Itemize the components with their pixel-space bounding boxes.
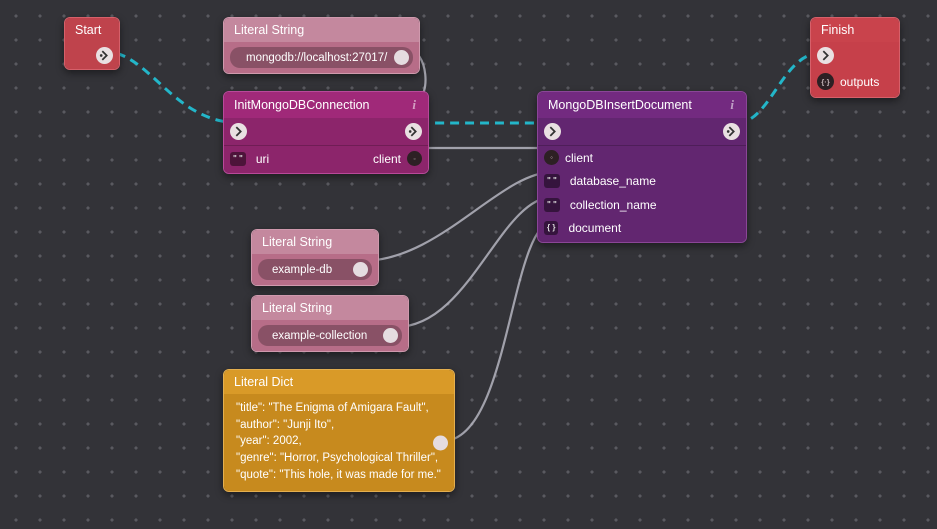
node-title: InitMongoDBConnection i	[224, 92, 428, 118]
type-tag-string: " "	[230, 152, 246, 166]
exec-out-port[interactable]	[405, 123, 422, 140]
type-tag-string: " "	[544, 174, 560, 188]
data-out-port[interactable]	[353, 262, 368, 277]
data-in-port[interactable]: {·}	[817, 73, 834, 90]
exec-in-port[interactable]	[817, 47, 834, 64]
node-literal-dict[interactable]: Literal Dict "title": "The Enigma of Ami…	[223, 369, 455, 492]
exec-out-port[interactable]	[96, 47, 113, 64]
node-graph-canvas[interactable]: Start Finish {·} outputs	[0, 0, 937, 529]
data-out-port[interactable]	[394, 50, 409, 65]
node-title: Finish	[811, 18, 899, 42]
exec-in-port[interactable]	[230, 123, 247, 140]
svg-text:◦: ◦	[413, 156, 415, 163]
data-out-port[interactable]	[433, 435, 448, 450]
node-title: Literal String	[252, 296, 408, 320]
port-label: collection_name	[570, 198, 657, 212]
node-start[interactable]: Start	[64, 17, 120, 70]
exec-out-port[interactable]	[723, 123, 740, 140]
node-title: Literal Dict	[224, 370, 454, 394]
port-label: document	[568, 221, 621, 235]
literal-dict-body: "title": "The Enigma of Amigara Fault", …	[224, 394, 454, 491]
literal-value: example-collection	[272, 330, 367, 342]
port-label: client	[565, 151, 593, 165]
type-tag-dict: { }	[544, 221, 558, 235]
node-finish[interactable]: Finish {·} outputs	[810, 17, 900, 98]
port-label: client	[373, 152, 401, 166]
exec-in-port[interactable]	[544, 123, 561, 140]
node-title: Literal String	[252, 230, 378, 254]
node-literal-string-collection[interactable]: Literal String example-collection	[251, 295, 409, 352]
info-icon[interactable]: i	[412, 97, 418, 113]
node-mongodb-insert-document[interactable]: MongoDBInsertDocument i ◦ client " " dat…	[537, 91, 747, 243]
port-label: outputs	[840, 75, 879, 89]
literal-value: mongodb://localhost:27017/	[244, 52, 387, 64]
node-init-mongodb-connection[interactable]: InitMongoDBConnection i " " uri client	[223, 91, 429, 174]
node-literal-string-db[interactable]: Literal String example-db	[251, 229, 379, 286]
canvas-dot-grid	[0, 0, 937, 529]
type-tag-string: " "	[544, 198, 560, 212]
data-out-port[interactable]: ◦	[407, 151, 422, 166]
info-icon[interactable]: i	[730, 97, 736, 113]
data-in-port[interactable]: ◦	[544, 150, 559, 165]
data-out-port[interactable]	[383, 328, 398, 343]
node-title: MongoDBInsertDocument i	[538, 92, 746, 118]
node-title: Start	[65, 18, 119, 42]
port-label: uri	[256, 152, 269, 166]
node-title: Literal String	[224, 18, 419, 42]
svg-text:{·}: {·}	[821, 77, 830, 86]
node-literal-string-uri[interactable]: Literal String mongodb://localhost:27017…	[223, 17, 420, 74]
literal-value: example-db	[272, 264, 332, 276]
port-label: database_name	[570, 174, 656, 188]
